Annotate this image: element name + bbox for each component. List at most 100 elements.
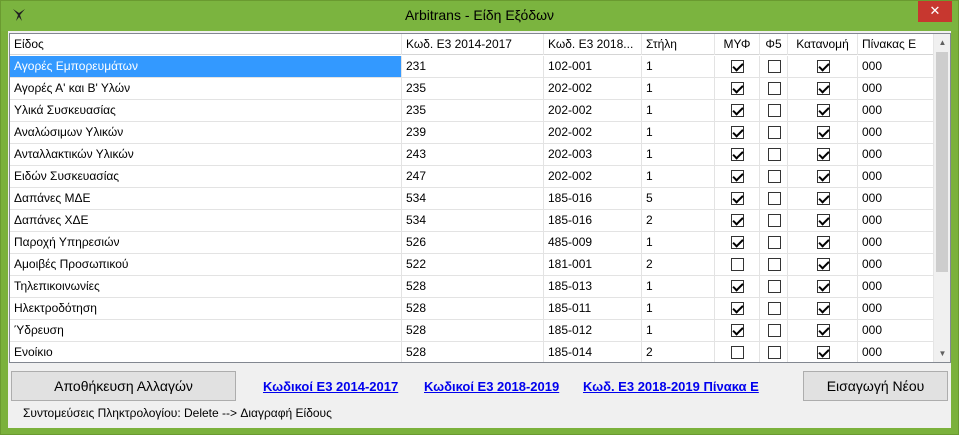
col-pinakas-cell[interactable]: 000 [858,188,935,209]
col-e3-2014-cell[interactable]: 243 [402,144,544,165]
col-e3-2014-cell[interactable]: 528 [402,320,544,341]
col-e3-2014-cell[interactable]: 235 [402,100,544,121]
col-eidos-cell[interactable]: Τηλεπικοινωνίες [10,276,402,297]
table-row[interactable]: Αγορές Εμπορευμάτων 231 102-001 1 000 [10,56,935,78]
col-pinakas-cell[interactable]: 000 [858,254,935,275]
f5-checkbox[interactable] [768,258,781,271]
table-row[interactable]: Αμοιβές Προσωπικού 522 181-001 2 000 [10,254,935,276]
myf-checkbox[interactable] [731,302,744,315]
title-bar[interactable]: Arbitrans - Είδη Εξόδων ✕ [1,1,958,31]
col-e3-2018-cell[interactable]: 185-014 [544,342,642,362]
col-pinakas-cell[interactable]: 000 [858,78,935,99]
scroll-down-icon[interactable]: ▼ [934,345,950,362]
myf-checkbox[interactable] [731,192,744,205]
myf-checkbox[interactable] [731,104,744,117]
table-row[interactable]: Αναλώσιμων Υλικών 239 202-002 1 000 [10,122,935,144]
col-e3-2014-cell[interactable]: 534 [402,188,544,209]
katanomi-checkbox[interactable] [817,324,830,337]
col-e3-2018-cell[interactable]: 202-002 [544,166,642,187]
col-stili-cell[interactable]: 5 [642,188,715,209]
expense-types-grid[interactable]: Είδος Κωδ. Ε3 2014-2017 Κωδ. Ε3 2018... Στή… [9,33,951,363]
f5-checkbox[interactable] [768,148,781,161]
table-row[interactable]: Ενοίκιο 528 185-014 2 000 [10,342,935,362]
col-e3-2018-cell[interactable]: 202-002 [544,78,642,99]
col-e3-2018-cell[interactable]: 185-016 [544,210,642,231]
col-eidos-cell[interactable]: Αναλώσιμων Υλικών [10,122,402,143]
col-e3-2018-cell[interactable]: 202-003 [544,144,642,165]
link-e3-2018-2019-table-e[interactable]: Κωδ. Ε3 2018-2019 Πίνακα Ε [583,379,759,394]
katanomi-checkbox[interactable] [817,302,830,315]
myf-checkbox[interactable] [731,236,744,249]
table-row[interactable]: Υλικά Συσκευασίας 235 202-002 1 000 [10,100,935,122]
col-pinakas-cell[interactable]: 000 [858,232,935,253]
katanomi-checkbox[interactable] [817,214,830,227]
header-col-eidos[interactable]: Είδος [10,34,402,55]
col-eidos-cell[interactable]: Παροχή Υπηρεσιών [10,232,402,253]
myf-checkbox[interactable] [731,170,744,183]
myf-checkbox[interactable] [731,214,744,227]
col-eidos-cell[interactable]: Υλικά Συσκευασίας [10,100,402,121]
f5-checkbox[interactable] [768,324,781,337]
katanomi-checkbox[interactable] [817,170,830,183]
scroll-up-icon[interactable]: ▲ [934,34,950,51]
col-eidos-cell[interactable]: Ηλεκτροδότηση [10,298,402,319]
col-e3-2014-cell[interactable]: 239 [402,122,544,143]
col-e3-2014-cell[interactable]: 528 [402,342,544,362]
col-e3-2014-cell[interactable]: 231 [402,56,544,77]
myf-checkbox[interactable] [731,60,744,73]
col-pinakas-cell[interactable]: 000 [858,342,935,362]
col-pinakas-cell[interactable]: 000 [858,144,935,165]
f5-checkbox[interactable] [768,126,781,139]
col-e3-2018-cell[interactable]: 202-002 [544,100,642,121]
f5-checkbox[interactable] [768,214,781,227]
save-changes-button[interactable]: Αποθήκευση Αλλαγών [11,371,236,401]
insert-new-button[interactable]: Εισαγωγή Νέου [803,371,948,401]
col-stili-cell[interactable]: 1 [642,166,715,187]
f5-checkbox[interactable] [768,236,781,249]
col-stili-cell[interactable]: 1 [642,122,715,143]
col-eidos-cell[interactable]: Ανταλλακτικών Υλικών [10,144,402,165]
katanomi-checkbox[interactable] [817,280,830,293]
col-e3-2014-cell[interactable]: 528 [402,298,544,319]
myf-checkbox[interactable] [731,148,744,161]
col-e3-2018-cell[interactable]: 185-016 [544,188,642,209]
col-pinakas-cell[interactable]: 000 [858,276,935,297]
col-e3-2018-cell[interactable]: 185-013 [544,276,642,297]
f5-checkbox[interactable] [768,346,781,359]
col-stili-cell[interactable]: 1 [642,78,715,99]
katanomi-checkbox[interactable] [817,258,830,271]
col-pinakas-cell[interactable]: 000 [858,210,935,231]
myf-checkbox[interactable] [731,258,744,271]
table-row[interactable]: Αγορές Α' και Β' Υλών 235 202-002 1 000 [10,78,935,100]
close-button[interactable]: ✕ [918,1,952,22]
col-stili-cell[interactable]: 1 [642,56,715,77]
col-eidos-cell[interactable]: Αμοιβές Προσωπικού [10,254,402,275]
header-col-e3-2014[interactable]: Κωδ. Ε3 2014-2017 [402,34,544,55]
header-col-stili[interactable]: Στήλη [642,34,715,55]
col-e3-2014-cell[interactable]: 528 [402,276,544,297]
katanomi-checkbox[interactable] [817,192,830,205]
col-pinakas-cell[interactable]: 000 [858,298,935,319]
col-eidos-cell[interactable]: Δαπάνες ΜΔΕ [10,188,402,209]
table-row[interactable]: Ανταλλακτικών Υλικών 243 202-003 1 000 [10,144,935,166]
myf-checkbox[interactable] [731,280,744,293]
table-row[interactable]: Δαπάνες ΜΔΕ 534 185-016 5 000 [10,188,935,210]
col-eidos-cell[interactable]: Αγορές Εμπορευμάτων [10,56,402,77]
col-eidos-cell[interactable]: Αγορές Α' και Β' Υλών [10,78,402,99]
col-stili-cell[interactable]: 1 [642,100,715,121]
col-stili-cell[interactable]: 1 [642,144,715,165]
col-e3-2018-cell[interactable]: 102-001 [544,56,642,77]
myf-checkbox[interactable] [731,346,744,359]
col-pinakas-cell[interactable]: 000 [858,56,935,77]
header-col-f5[interactable]: Φ5 [760,34,788,55]
col-e3-2018-cell[interactable]: 185-012 [544,320,642,341]
col-eidos-cell[interactable]: Ύδρευση [10,320,402,341]
table-row[interactable]: Ύδρευση 528 185-012 1 000 [10,320,935,342]
col-e3-2018-cell[interactable]: 181-001 [544,254,642,275]
katanomi-checkbox[interactable] [817,60,830,73]
table-row[interactable]: Παροχή Υπηρεσιών 526 485-009 1 000 [10,232,935,254]
f5-checkbox[interactable] [768,302,781,315]
col-pinakas-cell[interactable]: 000 [858,122,935,143]
col-e3-2018-cell[interactable]: 485-009 [544,232,642,253]
col-stili-cell[interactable]: 1 [642,320,715,341]
